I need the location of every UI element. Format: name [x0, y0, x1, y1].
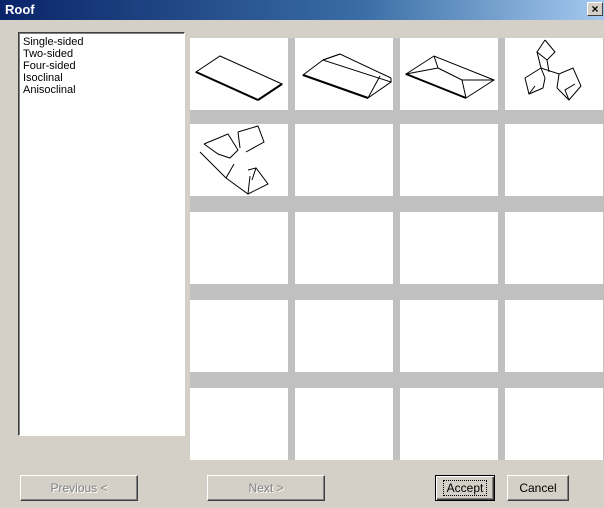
thumbnail-two-sided[interactable]	[295, 38, 393, 110]
next-button[interactable]: Next >	[207, 475, 325, 501]
empty-cell	[295, 300, 393, 372]
single-sided-roof-icon	[194, 55, 284, 101]
isoclinal-roof-icon	[524, 39, 582, 101]
list-item-single-sided[interactable]: Single-sided	[23, 36, 180, 48]
empty-cell	[295, 212, 393, 284]
empty-cell	[505, 388, 603, 460]
four-sided-roof-icon	[404, 55, 496, 99]
title-bar: Roof ×	[0, 0, 604, 20]
empty-cell	[295, 124, 393, 196]
thumbnail-single-sided[interactable]	[190, 38, 288, 110]
list-item-four-sided[interactable]: Four-sided	[23, 60, 180, 72]
anisoclinal-roof-icon	[199, 125, 269, 195]
previous-button[interactable]: Previous <	[20, 475, 138, 501]
list-item-anisoclinal[interactable]: Anisoclinal	[23, 84, 180, 96]
accept-button-label: Accept	[442, 480, 488, 496]
empty-cell	[190, 300, 288, 372]
two-sided-roof-icon	[301, 53, 393, 99]
empty-cell	[505, 300, 603, 372]
empty-cell	[190, 212, 288, 284]
list-item-isoclinal[interactable]: Isoclinal	[23, 72, 180, 84]
empty-cell	[400, 388, 498, 460]
accept-button[interactable]: Accept	[435, 475, 495, 501]
empty-cell	[190, 388, 288, 460]
cancel-button[interactable]: Cancel	[507, 475, 569, 501]
roof-gallery	[190, 38, 604, 460]
thumbnail-four-sided[interactable]	[400, 38, 498, 110]
empty-cell	[400, 212, 498, 284]
empty-cell	[400, 300, 498, 372]
empty-cell	[400, 124, 498, 196]
list-item-two-sided[interactable]: Two-sided	[23, 48, 180, 60]
empty-cell	[295, 388, 393, 460]
window-title: Roof	[5, 2, 35, 17]
empty-cell	[505, 124, 603, 196]
roof-type-list[interactable]: Single-sided Two-sided Four-sided Isocli…	[18, 32, 185, 436]
thumbnail-isoclinal[interactable]	[505, 38, 603, 110]
close-button[interactable]: ×	[587, 2, 603, 16]
empty-cell	[505, 212, 603, 284]
thumbnail-anisoclinal[interactable]	[190, 124, 288, 196]
